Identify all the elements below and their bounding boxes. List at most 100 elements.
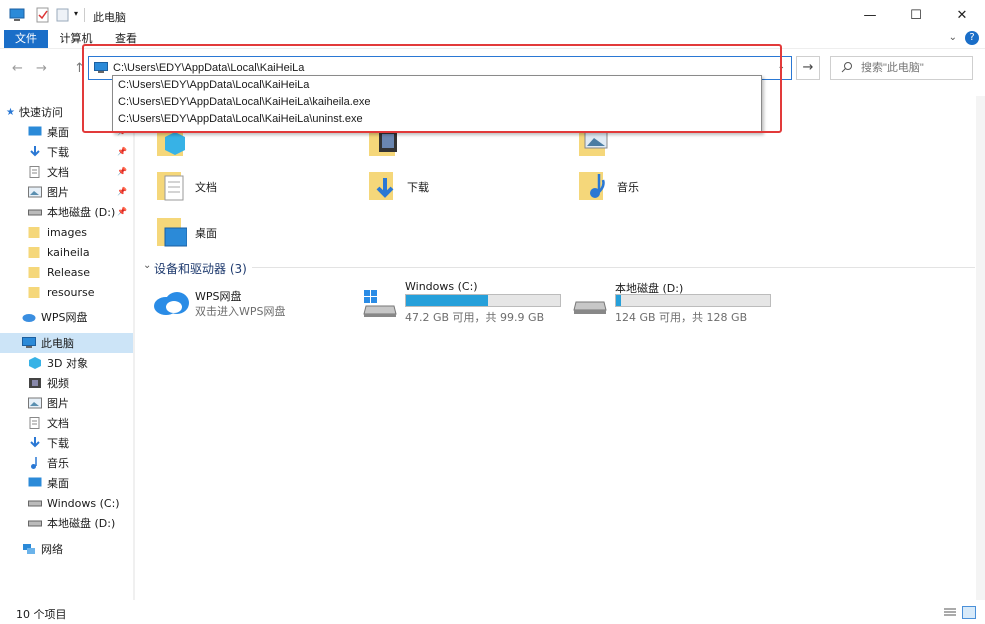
desktop-icon xyxy=(28,126,42,136)
sidebar-item-pictures[interactable]: 图片 📌 xyxy=(28,182,133,202)
drive-usage-bar xyxy=(615,294,771,307)
large-icons-view-icon[interactable] xyxy=(962,606,976,619)
group-divider xyxy=(252,267,975,268)
music-icon xyxy=(579,172,605,200)
content-scrollbar[interactable] xyxy=(976,96,985,600)
sidebar-item-label: 视频 xyxy=(47,377,69,390)
sidebar-item-label: 下载 xyxy=(47,437,69,450)
folder-downloads[interactable]: 下载 xyxy=(352,168,552,208)
folder-label: 音乐 xyxy=(617,181,639,194)
computer-icon[interactable] xyxy=(9,7,25,23)
desktop-icon xyxy=(157,218,187,247)
pin-icon[interactable]: 📌 xyxy=(117,207,127,216)
minimize-button[interactable]: — xyxy=(847,0,893,30)
close-button[interactable]: ✕ xyxy=(939,0,985,30)
folder-desktop[interactable]: 桌面 xyxy=(140,214,340,254)
folder-label: 桌面 xyxy=(195,227,217,240)
folder-icon xyxy=(28,247,40,258)
drive-usage-fill xyxy=(616,295,621,306)
ribbon-expand-icon[interactable]: ⌄ xyxy=(949,32,957,43)
document-icon xyxy=(157,172,184,201)
forward-button[interactable]: → xyxy=(36,61,47,76)
search-input[interactable] xyxy=(861,57,969,79)
item-count: 10 个项目 xyxy=(16,608,67,621)
devices-group-header[interactable]: ⌄ 设备和驱动器 (3) xyxy=(140,258,975,276)
sidebar-item-label: 此电脑 xyxy=(41,337,74,350)
new-folder-icon[interactable] xyxy=(56,7,70,23)
device-drive-d[interactable]: 本地磁盘 (D:) 124 GB 可用，共 128 GB xyxy=(572,280,772,324)
sidebar-item-resourse[interactable]: resourse xyxy=(28,282,133,302)
sidebar-item-drive-d-2[interactable]: 本地磁盘 (D:) xyxy=(28,513,133,533)
sidebar-item-pictures-2[interactable]: 图片 xyxy=(28,393,133,413)
folder-label: 下载 xyxy=(407,181,429,194)
sidebar-item-this-pc[interactable]: 此电脑 xyxy=(0,333,133,353)
sidebar-item-release[interactable]: Release xyxy=(28,262,133,282)
computer-icon xyxy=(22,337,36,348)
group-title: 设备和驱动器 (3) xyxy=(154,262,247,276)
pin-icon[interactable]: 📌 xyxy=(117,167,127,176)
network-icon xyxy=(23,544,35,554)
drive-usage-fill xyxy=(406,295,488,306)
drive-space-info: 47.2 GB 可用，共 99.9 GB xyxy=(405,311,545,324)
sidebar-item-documents-2[interactable]: 文档 xyxy=(28,413,133,433)
device-subtitle: 双击进入WPS网盘 xyxy=(195,305,286,318)
sidebar-item-drive-c[interactable]: Windows (C:) xyxy=(28,493,133,513)
sidebar-scrollbar[interactable] xyxy=(133,96,135,600)
sidebar-item-desktop-2[interactable]: 桌面 xyxy=(28,473,133,493)
sidebar-item-label: 图片 xyxy=(47,397,69,410)
pictures-icon xyxy=(28,397,42,409)
sidebar-item-documents[interactable]: 文档 📌 xyxy=(28,162,133,182)
cloud-icon xyxy=(154,292,189,315)
folder-label: 文档 xyxy=(195,181,217,194)
details-view-icon[interactable] xyxy=(944,607,956,618)
sidebar-item-downloads-2[interactable]: 下载 xyxy=(28,433,133,453)
pin-icon[interactable]: 📌 xyxy=(117,187,127,196)
drive-space-info: 124 GB 可用，共 128 GB xyxy=(615,311,748,324)
sidebar-item-label: 文档 xyxy=(47,417,69,430)
search-icon xyxy=(841,62,852,73)
sidebar-item-label: Windows (C:) xyxy=(47,496,120,510)
sidebar-item-label: resourse xyxy=(47,285,95,299)
go-button[interactable]: → xyxy=(796,56,820,80)
sidebar-item-downloads[interactable]: 下载 📌 xyxy=(28,142,133,162)
sidebar-item-3d-objects[interactable]: 3D 对象 xyxy=(28,353,133,373)
folder-music[interactable]: 音乐 xyxy=(562,168,762,208)
tab-file[interactable]: 文件 xyxy=(4,30,48,48)
video-icon xyxy=(29,378,41,388)
sidebar-item-label: 文档 xyxy=(47,166,69,179)
maximize-button[interactable]: ☐ xyxy=(893,0,939,30)
sidebar-item-label: Release xyxy=(47,265,90,279)
sidebar-item-images[interactable]: images xyxy=(28,222,133,242)
device-drive-c[interactable]: Windows (C:) 47.2 GB 可用，共 99.9 GB xyxy=(362,280,562,324)
drive-usage-bar xyxy=(405,294,561,307)
navigation-pane: ★ 快速访问 桌面 📌 下载 📌 文档 📌 图片 📌 本地磁盘 (D:) 📌 i… xyxy=(0,96,135,600)
document-icon xyxy=(29,166,40,178)
customize-toolbar-icon[interactable]: ▾ xyxy=(74,9,78,25)
sidebar-item-label: images xyxy=(47,225,87,239)
search-box[interactable] xyxy=(830,56,973,80)
drive-icon xyxy=(28,209,42,216)
chevron-down-icon[interactable]: ⌄ xyxy=(143,260,151,271)
windows-drive-icon xyxy=(363,290,397,317)
device-name: Windows (C:) xyxy=(405,280,478,293)
sidebar-item-videos[interactable]: 视频 xyxy=(28,373,133,393)
sidebar-item-network[interactable]: 网络 xyxy=(22,539,133,559)
drive-icon xyxy=(573,301,607,314)
device-name: WPS网盘 xyxy=(195,290,242,303)
folder-icon xyxy=(28,287,40,298)
folder-documents[interactable]: 文档 xyxy=(140,168,340,208)
sidebar-item-label: 本地磁盘 (D:) xyxy=(47,206,116,219)
desktop-icon xyxy=(28,477,42,487)
sidebar-item-wps-cloud[interactable]: WPS网盘 xyxy=(22,307,133,327)
back-button[interactable]: ← xyxy=(12,61,23,76)
device-wps-cloud[interactable]: WPS网盘 双击进入WPS网盘 xyxy=(150,286,340,326)
sidebar-item-kaiheila[interactable]: kaiheila xyxy=(28,242,133,262)
properties-icon[interactable] xyxy=(36,7,50,23)
pin-icon[interactable]: 📌 xyxy=(117,147,127,156)
drive-icon xyxy=(28,500,42,507)
help-button[interactable]: ? xyxy=(965,31,979,45)
sidebar-item-music[interactable]: 音乐 xyxy=(28,453,133,473)
sidebar-item-drive-d[interactable]: 本地磁盘 (D:) 📌 xyxy=(28,202,133,222)
sidebar-item-label: 桌面 xyxy=(47,126,69,139)
music-icon xyxy=(31,457,37,469)
